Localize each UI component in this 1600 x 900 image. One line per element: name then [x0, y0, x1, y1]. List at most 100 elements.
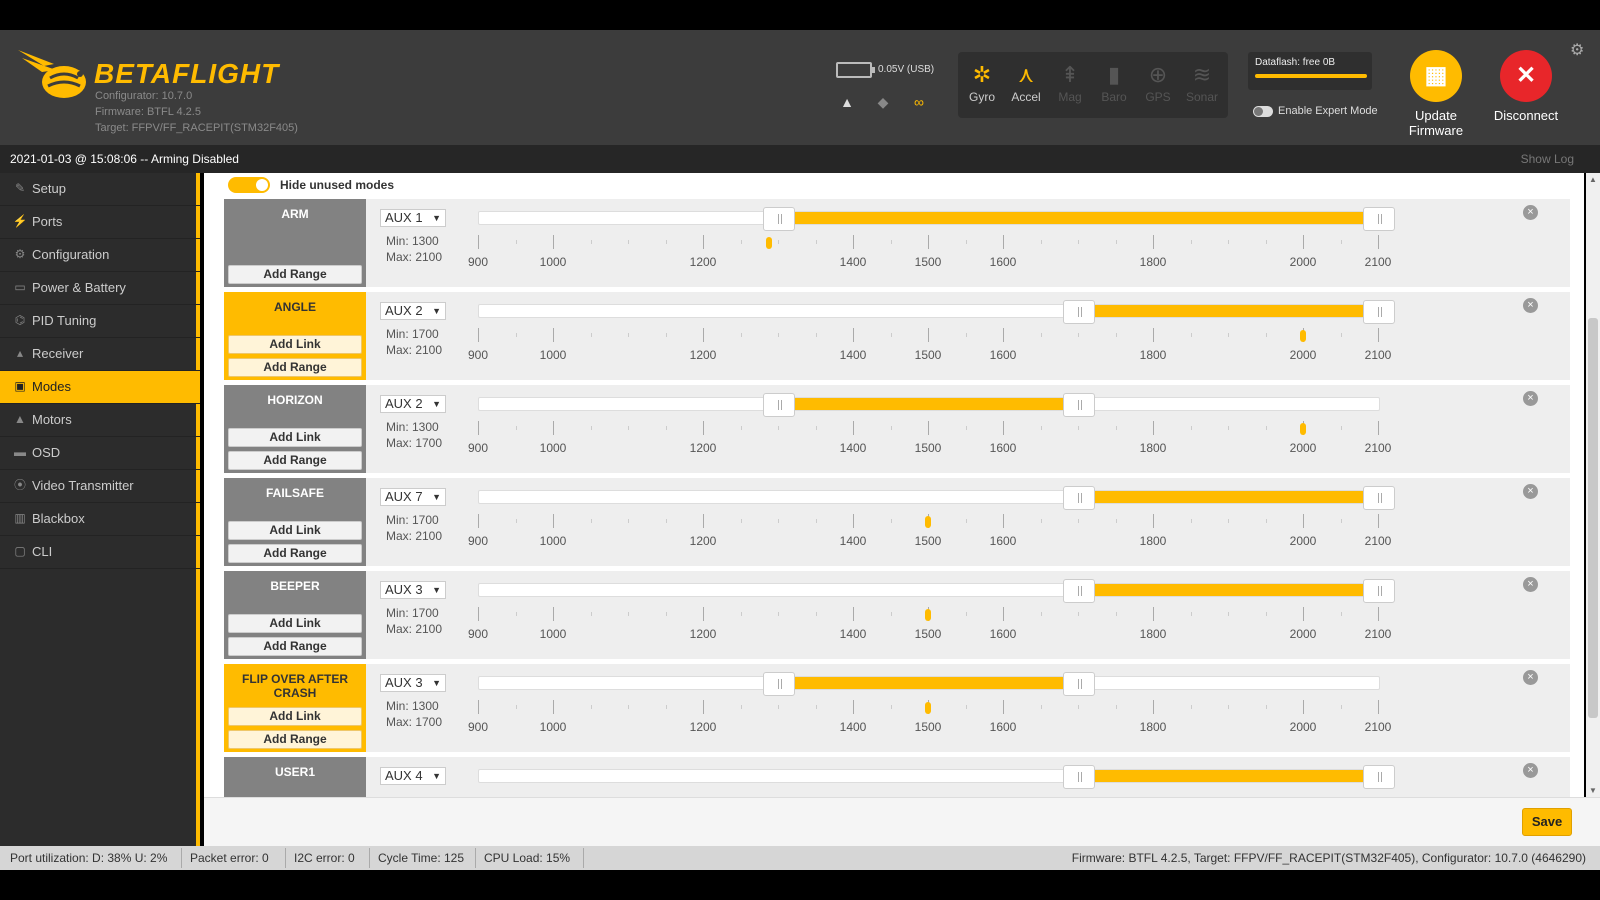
- range-min-handle[interactable]: [763, 207, 795, 231]
- sidebar-item-osd[interactable]: ▬ OSD: [0, 437, 200, 470]
- tick-label: 1800: [1139, 255, 1167, 269]
- tick-minor: [890, 426, 892, 430]
- remove-range-icon[interactable]: ×: [1523, 577, 1538, 592]
- tick-label: 1200: [689, 255, 717, 269]
- aux-channel-select[interactable]: AUX 7 ▼: [380, 488, 446, 506]
- tick-minor: [628, 519, 629, 523]
- scrollbar[interactable]: ▲ ▼: [1586, 173, 1600, 797]
- add-range-button[interactable]: Add Range: [228, 730, 362, 749]
- scroll-down-icon[interactable]: ▼: [1589, 786, 1597, 795]
- tick-minor: [590, 612, 592, 616]
- sidebar-item-setup[interactable]: ✎ Setup: [0, 173, 200, 206]
- add-range-button[interactable]: Add Range: [228, 544, 362, 563]
- battery-icon: [836, 62, 875, 78]
- range-slider-track[interactable]: [478, 300, 1395, 324]
- add-link-button[interactable]: Add Link: [228, 707, 362, 726]
- brand-title: BETAFLIGHT: [94, 58, 280, 89]
- tick-minor: [665, 519, 667, 523]
- range-tick-labels: 900 1000 1200 1400 1500 1600 1800 2000 2100: [468, 720, 1391, 734]
- remove-range-icon[interactable]: ×: [1523, 484, 1538, 499]
- range-max-handle[interactable]: [1363, 486, 1395, 510]
- tick-minor: [890, 519, 892, 523]
- tick-minor: [628, 612, 629, 616]
- remove-range-icon[interactable]: ×: [1523, 763, 1538, 778]
- range-max-handle[interactable]: [1363, 300, 1395, 324]
- sidebar-item-video-transmitter[interactable]: ⦿ Video Transmitter: [0, 470, 200, 503]
- add-range-button[interactable]: Add Range: [228, 637, 362, 656]
- add-range-button[interactable]: Add Range: [228, 358, 362, 377]
- range-max-handle[interactable]: [1363, 207, 1395, 231]
- save-button[interactable]: Save: [1522, 808, 1572, 836]
- tick-label: 1000: [539, 534, 567, 548]
- aux-channel-select[interactable]: AUX 4 ▼: [380, 767, 446, 785]
- aux-channel-select[interactable]: AUX 2 ▼: [380, 302, 446, 320]
- sidebar-item-configuration[interactable]: ⚙ Configuration: [0, 239, 200, 272]
- range-min-handle[interactable]: [763, 393, 795, 417]
- range-max-handle[interactable]: [1363, 765, 1395, 789]
- add-range-button[interactable]: Add Range: [228, 265, 362, 284]
- remove-range-icon[interactable]: ×: [1523, 391, 1538, 406]
- range-max-handle[interactable]: [1063, 672, 1095, 696]
- sidebar-item-pid-tuning[interactable]: ⌬ PID Tuning: [0, 305, 200, 338]
- add-link-button[interactable]: Add Link: [228, 521, 362, 540]
- tick-label: 1600: [989, 627, 1017, 641]
- remove-range-icon[interactable]: ×: [1523, 670, 1538, 685]
- tick-label: 1800: [1139, 627, 1167, 641]
- range-slider-track[interactable]: [478, 672, 1380, 696]
- remove-range-icon[interactable]: ×: [1523, 205, 1538, 220]
- tick-minor: [1078, 333, 1079, 337]
- range-max-value: Max: 1700: [386, 715, 443, 729]
- aux-channel-select[interactable]: AUX 2 ▼: [380, 395, 446, 413]
- scrollbar-thumb[interactable]: [1588, 318, 1598, 718]
- tick-label: 2000: [1289, 441, 1317, 455]
- range-slider-track[interactable]: [478, 486, 1395, 510]
- range-min-handle[interactable]: [1063, 765, 1095, 789]
- aux-channel-select[interactable]: AUX 3 ▼: [380, 674, 446, 692]
- sidebar-item-power-battery[interactable]: ▭ Power & Battery: [0, 272, 200, 305]
- gps-icon: ⊕: [1148, 62, 1168, 87]
- range-min-handle[interactable]: [1063, 486, 1095, 510]
- remove-range-icon[interactable]: ×: [1523, 298, 1538, 313]
- tick-label: 1200: [689, 441, 717, 455]
- range-min-value: Min: 1700: [386, 513, 439, 527]
- hide-unused-modes-toggle[interactable]: [228, 177, 270, 193]
- settings-gear-icon[interactable]: ⚙: [1570, 40, 1584, 60]
- tick-label: 1000: [539, 720, 567, 734]
- aux-channel-select[interactable]: AUX 3 ▼: [380, 581, 446, 599]
- tick-minor: [1340, 705, 1342, 709]
- show-log-link[interactable]: Show Log: [1521, 152, 1574, 166]
- range-slider-track[interactable]: [478, 393, 1380, 417]
- sidebar-item-modes[interactable]: ▣ Modes: [0, 371, 200, 404]
- mode-name-panel: USER1: [224, 757, 366, 797]
- sidebar-item-cli[interactable]: ▢ CLI: [0, 536, 200, 569]
- tick-minor: [515, 519, 517, 523]
- add-range-button[interactable]: Add Range: [228, 451, 362, 470]
- sidebar-item-motors[interactable]: ▲ Motors: [0, 404, 200, 437]
- sidebar-item-ports[interactable]: ⚡ Ports: [0, 206, 200, 239]
- add-link-button[interactable]: Add Link: [228, 614, 362, 633]
- aux-channel-value: AUX 1: [385, 210, 423, 225]
- add-link-button[interactable]: Add Link: [228, 428, 362, 447]
- target-board: Target: FFPV/FF_RACEPIT(STM32F405): [95, 122, 298, 134]
- sidebar-item-receiver[interactable]: ▴ Receiver: [0, 338, 200, 371]
- bottom-status-bar: Port utilization: D: 38% U: 2% Packet er…: [0, 846, 1600, 870]
- expert-mode-toggle[interactable]: [1253, 106, 1273, 117]
- range-max-handle[interactable]: [1063, 393, 1095, 417]
- range-min-handle[interactable]: [763, 672, 795, 696]
- range-min-handle[interactable]: [1063, 579, 1095, 603]
- update-firmware-button[interactable]: ▦ Update Firmware: [1396, 50, 1476, 138]
- dataflash-bar: [1255, 74, 1367, 78]
- range-min-handle[interactable]: [1063, 300, 1095, 324]
- range-slider-track[interactable]: [478, 579, 1395, 603]
- sidebar-item-blackbox[interactable]: ▥ Blackbox: [0, 503, 200, 536]
- scroll-up-icon[interactable]: ▲: [1589, 175, 1597, 184]
- range-slider-track[interactable]: [478, 207, 1395, 231]
- tick-minor: [665, 705, 667, 709]
- aux-channel-select[interactable]: AUX 1 ▼: [380, 209, 446, 227]
- tick-label: 1200: [689, 627, 717, 641]
- disconnect-button[interactable]: ✕ Disconnect: [1486, 50, 1566, 123]
- range-max-handle[interactable]: [1363, 579, 1395, 603]
- range-slider-track[interactable]: [478, 765, 1395, 789]
- add-link-button[interactable]: Add Link: [228, 335, 362, 354]
- range-max-value: Max: 2100: [386, 250, 443, 264]
